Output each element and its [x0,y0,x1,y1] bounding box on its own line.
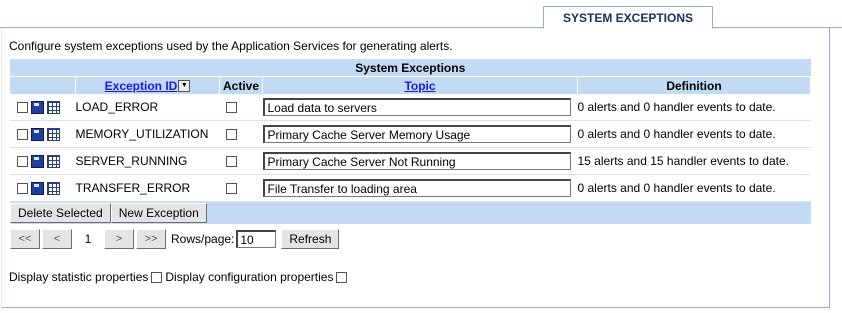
row-actions [10,94,76,121]
properties-grid-icon[interactable] [47,128,60,142]
row-actions [10,120,76,148]
header-exception-id[interactable]: Exception ID ▼ [75,76,220,94]
topic-cell [262,120,578,148]
rows-per-page-input[interactable] [236,230,277,248]
active-cell [219,147,263,175]
save-icon[interactable] [31,128,44,142]
exception-id-cell: SERVER_RUNNING [75,147,220,175]
statistic-properties-label: Display statistic properties [9,270,149,284]
table-footer-row: Delete Selected New Exception [10,201,811,224]
table-footer: Delete Selected New Exception [10,201,811,224]
table-row: TRANSFER_ERROR 0 alerts and 0 handler ev… [10,174,811,202]
row-actions [10,174,76,202]
topic-cell [262,147,578,175]
save-icon[interactable] [31,155,44,169]
rows-per-page-label: Rows/page: [171,232,235,246]
table-caption: System Exceptions [10,59,811,77]
tab-system-exceptions[interactable]: SYSTEM EXCEPTIONS [543,6,713,29]
topic-input[interactable] [262,98,571,116]
exception-id-cell: TRANSFER_ERROR [75,174,220,202]
first-page-button[interactable]: << [10,229,40,249]
table-header-row: Exception ID ▼ Active Topic Definition [10,76,811,94]
delete-selected-button[interactable]: Delete Selected [10,203,111,223]
properties-grid-icon[interactable] [47,101,60,115]
header-definition: Definition [577,76,811,94]
definition-cell: 15 alerts and 15 handler events to date. [577,147,811,175]
active-checkbox[interactable] [225,156,237,168]
topic-input[interactable] [262,152,571,170]
select-checkbox[interactable] [17,102,28,114]
row-actions [10,147,76,175]
exception-id-cell: LOAD_ERROR [75,94,220,121]
active-cell [219,120,263,148]
next-page-button[interactable]: > [104,229,134,249]
exception-id-cell: MEMORY_UTILIZATION [75,120,220,148]
properties-grid-icon[interactable] [47,182,60,196]
statistic-properties-checkbox[interactable] [151,271,163,283]
header-actions [10,76,76,94]
topic-input[interactable] [262,179,571,197]
configuration-properties-label: Display configuration properties [165,270,334,284]
definition-cell: 0 alerts and 0 handler events to date. [577,94,811,121]
definition-cell: 0 alerts and 0 handler events to date. [577,120,811,148]
active-cell [219,174,263,202]
select-checkbox[interactable] [17,129,28,141]
table-row: SERVER_RUNNING 15 alerts and 15 handler … [10,147,811,175]
select-checkbox[interactable] [17,183,28,195]
exceptions-table: System Exceptions Exception ID ▼ Active T… [10,59,811,224]
topic-cell [262,174,578,202]
pagination: << < 1 > >> Rows/page: Refresh [10,229,340,249]
topic-sort-link[interactable]: Topic [404,79,435,93]
active-checkbox[interactable] [225,129,237,141]
topic-cell [262,94,578,121]
prev-page-button[interactable]: < [42,229,72,249]
active-cell [219,94,263,121]
refresh-button[interactable]: Refresh [281,229,340,249]
table-row: MEMORY_UTILIZATION 0 alerts and 0 handle… [10,120,811,148]
page-description: Configure system exceptions used by the … [9,39,453,53]
table-row: LOAD_ERROR 0 alerts and 0 handler events… [10,94,811,121]
last-page-button[interactable]: >> [136,229,166,249]
definition-cell: 0 alerts and 0 handler events to date. [577,174,811,202]
exception-id-sort-link[interactable]: Exception ID [105,79,178,93]
topic-input[interactable] [262,125,571,143]
display-options: Display statistic properties Display con… [9,270,348,284]
save-icon[interactable] [31,182,44,196]
active-checkbox[interactable] [225,102,237,114]
tab-bar: SYSTEM EXCEPTIONS [0,0,842,29]
select-checkbox[interactable] [17,156,28,168]
new-exception-button[interactable]: New Exception [110,203,207,223]
active-checkbox[interactable] [225,183,237,195]
configuration-properties-checkbox[interactable] [336,271,348,283]
sort-dropdown-icon[interactable]: ▼ [178,80,191,93]
save-icon[interactable] [31,101,44,115]
table-caption-row: System Exceptions [10,59,811,77]
header-topic[interactable]: Topic [262,76,578,94]
header-active: Active [219,76,263,94]
properties-grid-icon[interactable] [47,155,60,169]
current-page: 1 [84,232,92,246]
